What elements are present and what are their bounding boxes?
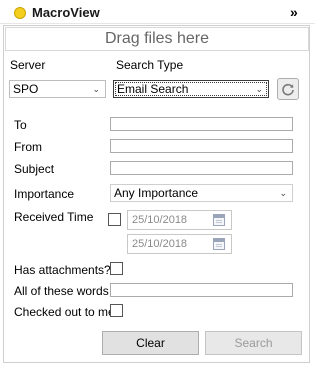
importance-label: Importance: [14, 187, 75, 201]
received-time-checkbox[interactable]: [108, 213, 121, 226]
search-type-select[interactable]: Email Search ⌄: [113, 80, 269, 98]
search-type-label: Search Type: [116, 58, 184, 72]
has-attachments-checkbox[interactable]: [110, 262, 123, 275]
server-select-value: SPO: [13, 82, 39, 96]
to-label: To: [14, 118, 27, 132]
server-select[interactable]: SPO ⌄: [9, 80, 106, 98]
all-words-label: All of these words: [14, 284, 109, 298]
search-button[interactable]: Search: [205, 331, 302, 355]
refresh-icon: [282, 83, 294, 96]
has-attachments-label: Has attachments?: [14, 263, 111, 277]
macroview-logo: [14, 7, 26, 19]
received-date-to-value: 25/10/2018: [132, 238, 188, 250]
search-type-select-value: Email Search: [117, 82, 189, 96]
chevron-down-icon: ⌄: [92, 84, 100, 94]
to-field[interactable]: [110, 117, 293, 131]
drop-zone[interactable]: Drag files here: [5, 27, 309, 51]
double-chevron-right-icon[interactable]: »: [290, 3, 304, 21]
chevron-down-icon: ⌄: [255, 84, 263, 94]
refresh-button[interactable]: [277, 78, 299, 100]
from-field[interactable]: [110, 139, 293, 153]
importance-select-value: Any Importance: [114, 186, 199, 200]
subject-field[interactable]: [110, 161, 293, 175]
calendar-icon[interactable]: [213, 238, 225, 250]
calendar-icon[interactable]: [213, 214, 225, 226]
title-bar: MacroView »: [0, 0, 315, 24]
received-date-from[interactable]: 25/10/2018: [127, 210, 232, 230]
server-label: Server: [10, 58, 46, 72]
clear-button[interactable]: Clear: [102, 331, 199, 355]
checked-out-checkbox[interactable]: [110, 304, 123, 317]
from-label: From: [14, 140, 42, 154]
all-words-field[interactable]: [110, 283, 293, 297]
importance-select[interactable]: Any Importance ⌄: [110, 184, 293, 202]
received-date-from-value: 25/10/2018: [132, 214, 188, 226]
subject-label: Subject: [14, 162, 55, 176]
chevron-down-icon: ⌄: [279, 188, 287, 198]
checked-out-label: Checked out to me: [14, 305, 115, 319]
received-time-label: Received Time: [14, 210, 94, 224]
received-date-to[interactable]: 25/10/2018: [127, 234, 232, 254]
app-title: MacroView: [32, 5, 100, 20]
